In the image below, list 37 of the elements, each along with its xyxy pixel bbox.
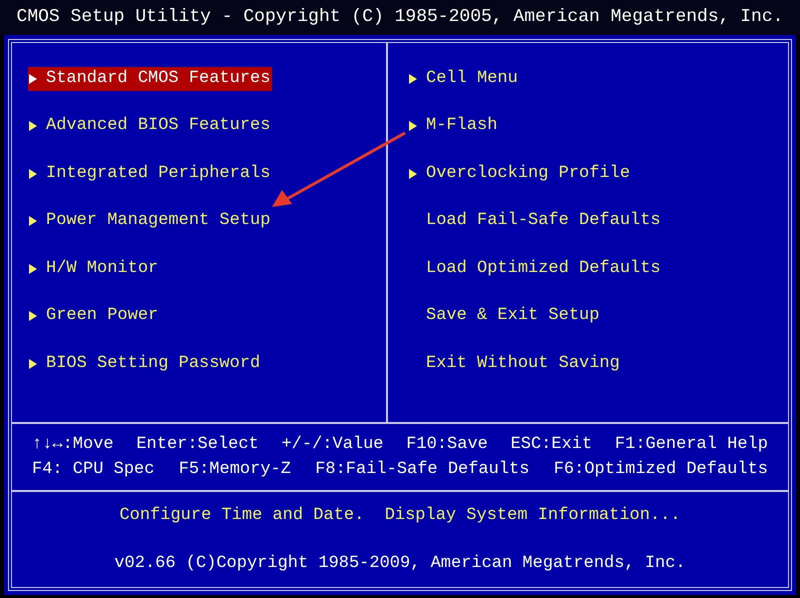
menu-item[interactable]: H/W Monitor xyxy=(28,256,160,281)
key-hint: F4: CPU Spec xyxy=(32,459,154,481)
menu-item[interactable]: M-Flash xyxy=(408,114,500,138)
triangle-icon xyxy=(408,120,418,132)
triangle-icon xyxy=(28,310,38,322)
triangle-icon xyxy=(28,168,38,180)
menu-item[interactable]: Standard CMOS Features xyxy=(28,66,272,91)
key-hint: ESC:Exit xyxy=(510,434,592,456)
key-hint: Enter:Select xyxy=(136,434,259,456)
key-hint: F1:General Help xyxy=(614,434,768,456)
key-hint: F8:Fail-Safe Defaults xyxy=(315,459,530,481)
triangle-icon xyxy=(28,72,38,85)
menu-item[interactable]: Save & Exit Setup xyxy=(408,304,602,328)
menu-item[interactable]: Load Optimized Defaults xyxy=(408,256,663,281)
triangle-icon xyxy=(28,215,38,228)
triangle-icon xyxy=(408,72,418,85)
item-description: Configure Time and Date. Display System Information... xyxy=(119,505,681,528)
triangle-icon xyxy=(28,120,38,132)
menu-item[interactable]: Exit Without Saving xyxy=(408,352,622,376)
key-hint: +/-/:Value xyxy=(281,434,384,456)
triangle-icon xyxy=(408,168,418,180)
menu-item[interactable]: Green Power xyxy=(28,304,160,328)
menu-item[interactable]: Cell Menu xyxy=(408,66,520,91)
menu-item[interactable]: Power Management Setup xyxy=(28,209,272,234)
menu-item[interactable]: Advanced BIOS Features xyxy=(28,114,272,138)
key-hint: F6:Optimized Defaults xyxy=(554,459,768,481)
triangle-icon xyxy=(28,262,38,275)
menu-item[interactable]: Integrated Peripherals xyxy=(28,162,272,186)
key-hint: F5:Memory-Z xyxy=(178,459,291,481)
triangle-icon xyxy=(28,358,38,370)
menu-item[interactable]: Load Fail-Safe Defaults xyxy=(408,209,663,234)
key-hint: ↑↓↔:Move xyxy=(32,434,114,456)
window-title: CMOS Setup Utility - Copyright (C) 1985-2005, American Megatrends, Inc. xyxy=(16,6,784,29)
menu-item[interactable]: Overclocking Profile xyxy=(408,162,632,186)
copyright-text: v02.66 (C)Copyright 1985-2009, American Megatrends, Inc. xyxy=(114,552,686,575)
menu-item[interactable]: BIOS Setting Password xyxy=(28,352,262,376)
key-hint: F10:Save xyxy=(406,434,488,456)
